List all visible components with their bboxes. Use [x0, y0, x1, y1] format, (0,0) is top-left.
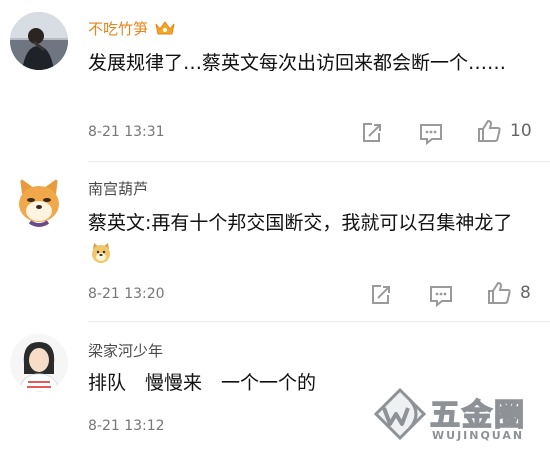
- avatar[interactable]: [10, 174, 68, 232]
- avatar[interactable]: [10, 334, 68, 392]
- username[interactable]: 梁家河少年: [88, 340, 163, 361]
- watermark-logo: 五金圈 WUJINQUAN: [370, 384, 545, 454]
- watermark-title: 五金圈: [429, 397, 526, 434]
- comment-time: 8-21 13:31: [88, 124, 165, 140]
- comment-text: 蔡英文:再有十个邦交国断交，我就可以召集神龙了: [88, 208, 530, 274]
- watermark-emblem-icon: [373, 387, 427, 441]
- like-count: 8: [520, 283, 531, 303]
- username[interactable]: 南宫葫芦: [88, 178, 148, 199]
- crown-icon: [154, 19, 176, 41]
- comment-time: 8-21 13:12: [88, 418, 165, 434]
- avatar[interactable]: [10, 12, 68, 70]
- share-icon[interactable]: [368, 282, 394, 308]
- comment-icon[interactable]: [428, 282, 454, 308]
- comment-item: 不吃竹笋 发展规律了…蔡英文每次出访回来都会断一个…… 8-21 13:31 1…: [0, 0, 550, 160]
- comment-time: 8-21 13:20: [88, 286, 165, 302]
- doge-emoji-icon: [90, 242, 112, 274]
- like-count: 10: [510, 121, 532, 141]
- share-icon[interactable]: [359, 120, 385, 146]
- comment-icon[interactable]: [418, 120, 444, 146]
- username[interactable]: 不吃竹笋: [88, 18, 176, 41]
- like-icon[interactable]: [476, 118, 502, 144]
- watermark-subtitle: WUJINQUAN: [432, 429, 525, 442]
- comment-text: 发展规律了…蔡英文每次出访回来都会断一个……: [88, 52, 507, 74]
- comment-item: 南宫葫芦 蔡英文:再有十个邦交国断交，我就可以召集神龙了 8-21 13:20 …: [0, 162, 550, 312]
- like-icon[interactable]: [486, 280, 512, 306]
